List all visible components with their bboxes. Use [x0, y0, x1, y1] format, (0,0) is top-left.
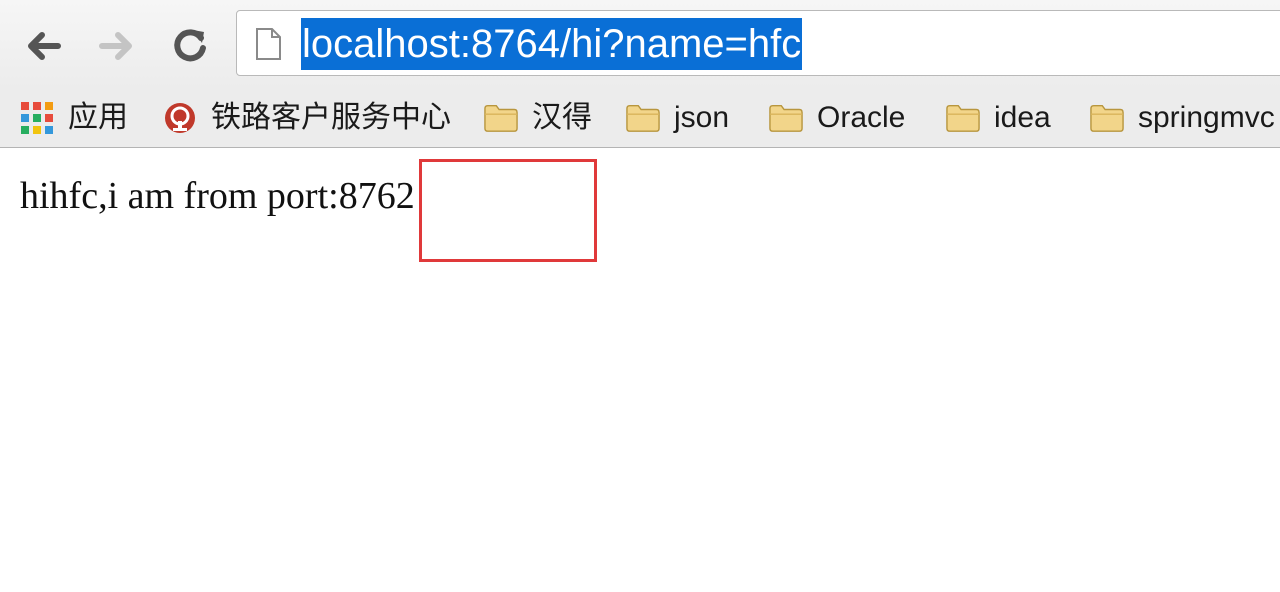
bookmark-label: idea [994, 101, 1051, 134]
bookmarks-bar: 应用 铁路客户服务中心 汉得 json Oracle idea springmv… [0, 90, 1280, 148]
bookmark-folder-json[interactable]: json [626, 98, 729, 138]
browser-window: localhost:8764/hi?name=hfc 应用 铁路客户服务中心 汉… [0, 0, 1280, 592]
browser-toolbar: localhost:8764/hi?name=hfc [0, 0, 1280, 90]
bookmark-folder-idea[interactable]: idea [946, 98, 1051, 138]
response-text: hihfc,i am from port:8762 [20, 175, 415, 217]
bookmark-folder-handde[interactable]: 汉得 [484, 98, 592, 138]
bookmark-label: json [674, 101, 730, 134]
bookmark-railway[interactable]: 铁路客户服务中心 [163, 98, 451, 138]
page-content: hihfc,i am from port:8762 [0, 148, 1280, 592]
bookmark-apps[interactable]: 应用 [20, 98, 128, 138]
bookmark-folder-springmvc[interactable]: springmvc [1090, 98, 1275, 138]
folder-icon [484, 101, 518, 135]
forward-arrow-icon [99, 32, 132, 60]
forward-button[interactable] [94, 24, 138, 68]
bookmark-label: Oracle [817, 101, 906, 134]
url-text[interactable]: localhost:8764/hi?name=hfc [301, 18, 803, 70]
folder-icon [1090, 101, 1124, 135]
back-button[interactable] [22, 24, 66, 68]
reload-button[interactable] [168, 24, 212, 68]
bookmark-folder-oracle[interactable]: Oracle [769, 98, 905, 138]
bookmark-label: 汉得 [532, 101, 592, 134]
bookmark-label: springmvc [1138, 101, 1275, 134]
page-icon [256, 28, 281, 60]
reload-icon [174, 29, 206, 62]
address-bar[interactable]: localhost:8764/hi?name=hfc [236, 10, 1280, 76]
bookmark-label: 应用 [68, 101, 128, 134]
folder-icon [946, 101, 980, 135]
folder-icon [626, 101, 660, 135]
railway-logo-icon [163, 101, 197, 135]
back-arrow-icon [28, 32, 61, 60]
apps-grid-icon [20, 101, 54, 135]
folder-icon [769, 101, 803, 135]
bookmark-label: 铁路客户服务中心 [211, 101, 451, 134]
port-highlight-annotation [419, 159, 597, 262]
